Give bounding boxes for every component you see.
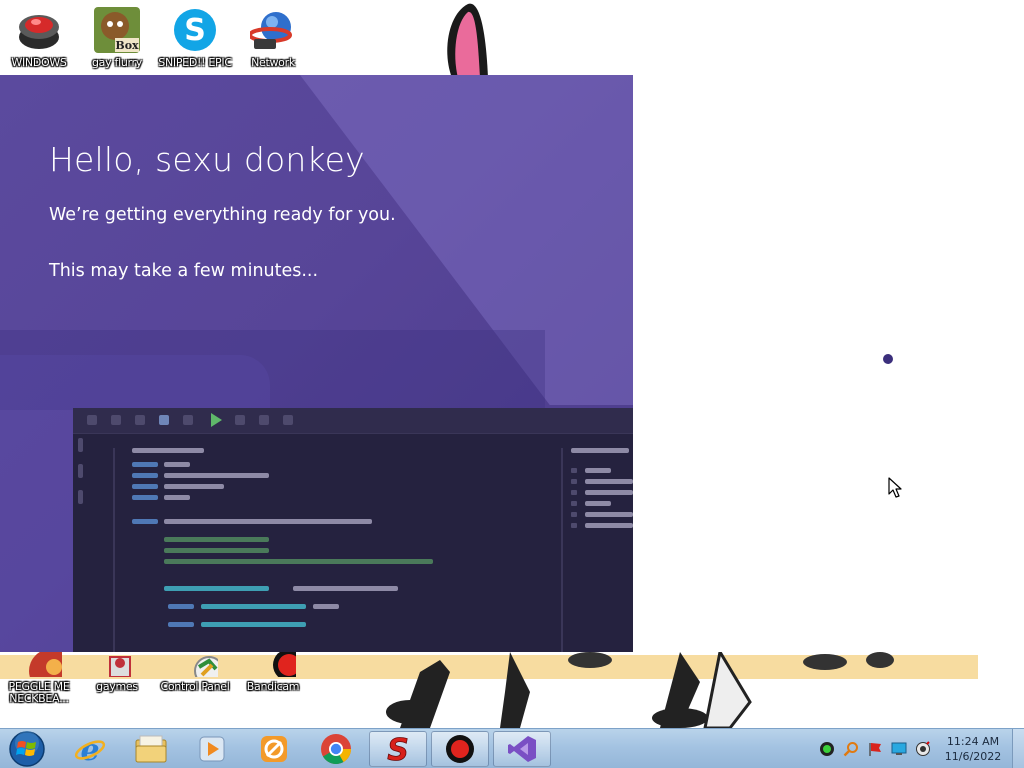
taskbar-app-s[interactable]: S [369, 731, 427, 767]
start-button[interactable] [5, 731, 49, 767]
visual-studio-icon [508, 736, 536, 762]
network-monitor-icon[interactable] [890, 740, 908, 758]
green-status-icon[interactable] [818, 740, 836, 758]
bandizip-icon [261, 736, 287, 762]
desktop-icon-label: gaymes [96, 680, 138, 693]
taskbar-internet-explorer[interactable]: e [61, 731, 119, 767]
code-editor-illustration [73, 408, 633, 652]
wallpaper-bunny-ear [447, 3, 488, 78]
chrome-icon [321, 734, 351, 765]
clock-time: 11:24 AM [946, 735, 1000, 748]
taskbar-media-player[interactable] [183, 731, 241, 767]
desktop-icon-gay-flurry[interactable]: Box gay flurry [78, 6, 156, 69]
svg-text:e: e [80, 733, 99, 765]
desktop-icon-label: Bandicam [246, 680, 300, 693]
windows-orb-icon [9, 731, 45, 767]
volume-icon[interactable] [914, 740, 932, 758]
clock-date: 11/6/2022 [944, 750, 1002, 763]
system-tray [818, 740, 932, 758]
taskbar: e S 11:24 AM 11/6/2022 [0, 728, 1024, 768]
show-desktop-button[interactable] [1012, 729, 1024, 768]
skype-icon: S [171, 6, 219, 54]
svg-text:S: S [184, 13, 206, 48]
desktop-icon-windows[interactable]: WINDOWS [0, 6, 78, 69]
record-icon [446, 735, 474, 763]
box-game-icon: Box [93, 6, 141, 54]
desktop-icon-label: SNIPED!! EPIC [158, 56, 232, 69]
network-globe-icon [249, 6, 297, 54]
play-icon [211, 413, 222, 427]
desktop-icon-sniped-epic[interactable]: S SNIPED!! EPIC [156, 6, 234, 69]
editor-toolbar [73, 408, 633, 434]
desktop-icon-label: Control Panel [160, 680, 230, 693]
wallpaper-cartoon-figures [386, 652, 894, 728]
desktop-icon-label: WINDOWS [11, 56, 67, 69]
desktop-icon-label: Network [251, 56, 295, 69]
installer-splash-window: Hello, sexu donkey We’re getting everyth… [0, 75, 633, 652]
greeting-heading: Hello, sexu donkey [49, 140, 365, 179]
search-magnifier-icon[interactable] [842, 740, 860, 758]
svg-text:S: S [387, 733, 409, 765]
loading-spinner-dot [883, 354, 893, 364]
red-cup-icon [15, 6, 63, 54]
red-s-icon: S [387, 733, 409, 765]
folder-icon [135, 735, 167, 763]
desktop-icon-label: gay flurry [92, 56, 142, 69]
taskbar-bandizip[interactable] [245, 731, 303, 767]
taskbar-windows-explorer[interactable] [122, 731, 180, 767]
desktop-icon-network[interactable]: Network [234, 6, 312, 69]
desktop-icon-label: PEGGLE ME NECKBEA... [8, 680, 70, 705]
action-center-flag-icon[interactable] [866, 740, 884, 758]
system-clock[interactable]: 11:24 AM 11/6/2022 [943, 734, 1003, 764]
taskbar-chrome[interactable] [307, 731, 365, 767]
media-player-icon [199, 736, 225, 762]
status-message: We’re getting everything ready for you. [49, 205, 396, 225]
ie-icon: e [74, 733, 106, 765]
taskbar-visual-studio-installer[interactable] [493, 731, 551, 767]
wait-message: This may take a few minutes... [49, 261, 319, 281]
svg-text:Box: Box [115, 39, 139, 52]
mouse-cursor-icon [888, 477, 902, 498]
taskbar-bandicam[interactable] [431, 731, 489, 767]
